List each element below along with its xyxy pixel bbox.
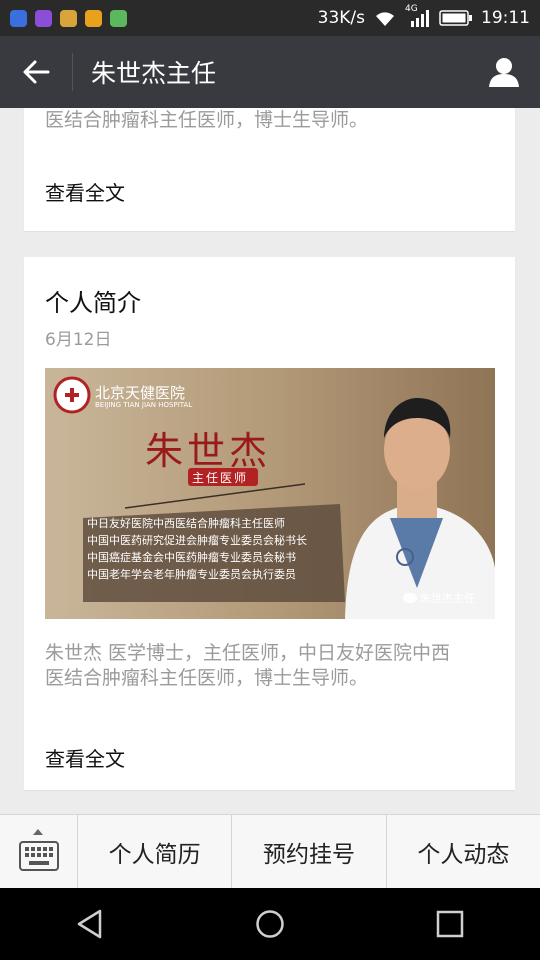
gallery-app-icon xyxy=(35,9,52,27)
credential-item: 中日友好医院中西医结合肿瘤科主任医师 xyxy=(87,517,285,530)
summary-line: 朱世杰 医学博士，主任医师，中日友好医院中西 xyxy=(45,642,451,664)
article-summary: 医结合肿瘤科主任医师，博士生导师。 xyxy=(45,109,369,131)
shield-app-icon xyxy=(10,9,27,27)
watermark-text: 朱世杰主任 xyxy=(420,592,475,605)
credential-item: 中国中医药研究促进会肿瘤专业委员会秘书长 xyxy=(87,534,307,547)
article-card[interactable]: 医结合肿瘤科主任医师，博士生导师。 查看全文 xyxy=(24,108,515,231)
clock: 19:11 xyxy=(481,8,530,28)
back-button[interactable] xyxy=(0,36,72,108)
custom-menu-bar: 个人简历 预约挂号 个人动态 xyxy=(0,814,540,888)
doctor-name: 朱世杰 xyxy=(145,429,272,473)
hospital-name-en: BEIJING TIAN JIAN HOSPITAL xyxy=(95,401,193,409)
credential-list: 中日友好医院中西医结合肿瘤科主任医师 中国中医药研究促进会肿瘤专业委员会秘书长 … xyxy=(87,515,347,583)
back-triangle-icon[interactable] xyxy=(76,909,104,939)
arrow-left-icon xyxy=(23,60,50,84)
summary-line: 医结合肿瘤科主任医师，博士生导师。 xyxy=(45,667,369,689)
article-title: 个人简介 xyxy=(45,289,141,317)
recents-square-icon[interactable] xyxy=(436,910,464,938)
profile-button[interactable] xyxy=(468,36,540,108)
wechat-icon xyxy=(403,593,417,603)
status-bar: 33K/s 4G 19:11 xyxy=(0,0,540,36)
notification-icons xyxy=(10,9,127,27)
keyboard-icon xyxy=(18,840,59,871)
battery-icon xyxy=(439,10,472,26)
credential-item: 中国老年学会老年肿瘤专业委员会执行委员 xyxy=(87,568,296,581)
page-title: 朱世杰主任 xyxy=(91,59,217,88)
menu-item-updates[interactable]: 个人动态 xyxy=(387,815,540,888)
credential-item: 中国癌症基金会中医药肿瘤专业委员会秘书 xyxy=(87,551,296,564)
network-speed: 33K/s xyxy=(317,8,365,28)
doctor-role: 主任医师 xyxy=(192,471,249,485)
wifi-icon xyxy=(376,12,394,26)
message-list[interactable]: 医结合肿瘤科主任医师，博士生导师。 查看全文 个人简介 6月12日 北京天健医院… xyxy=(0,108,540,813)
chevron-up-icon xyxy=(33,829,43,835)
read-more-link[interactable]: 查看全文 xyxy=(45,743,125,772)
watermark: 朱世杰主任 xyxy=(403,590,475,606)
game-app-icon xyxy=(60,9,77,27)
article-cover-image[interactable]: 北京天健医院 BEIJING TIAN JIAN HOSPITAL 朱世杰 主任… xyxy=(45,368,495,619)
system-navigation-bar xyxy=(0,888,540,960)
article-summary: 朱世杰 医学博士，主任医师，中日友好医院中西 医结合肿瘤科主任医师，博士生导师。 xyxy=(45,641,500,691)
hospital-name: 北京天健医院 xyxy=(95,384,186,402)
menu-item-appointment[interactable]: 预约挂号 xyxy=(232,815,387,888)
person-icon xyxy=(489,58,519,87)
article-card[interactable]: 个人简介 6月12日 北京天健医院 BEIJING TIAN JIAN HOSP… xyxy=(24,257,515,790)
store-app-icon xyxy=(85,9,102,27)
keyboard-toggle-button[interactable] xyxy=(0,815,78,888)
article-date: 6月12日 xyxy=(45,330,112,350)
home-circle-icon[interactable] xyxy=(255,909,285,939)
signal-icon xyxy=(411,10,429,27)
menu-item-resume[interactable]: 个人简历 xyxy=(78,815,233,888)
network-type: 4G xyxy=(405,4,431,28)
nav-divider xyxy=(72,53,73,91)
android-app-icon xyxy=(110,9,127,27)
title-bar: 朱世杰主任 xyxy=(0,36,540,108)
read-more-link[interactable]: 查看全文 xyxy=(45,177,125,206)
